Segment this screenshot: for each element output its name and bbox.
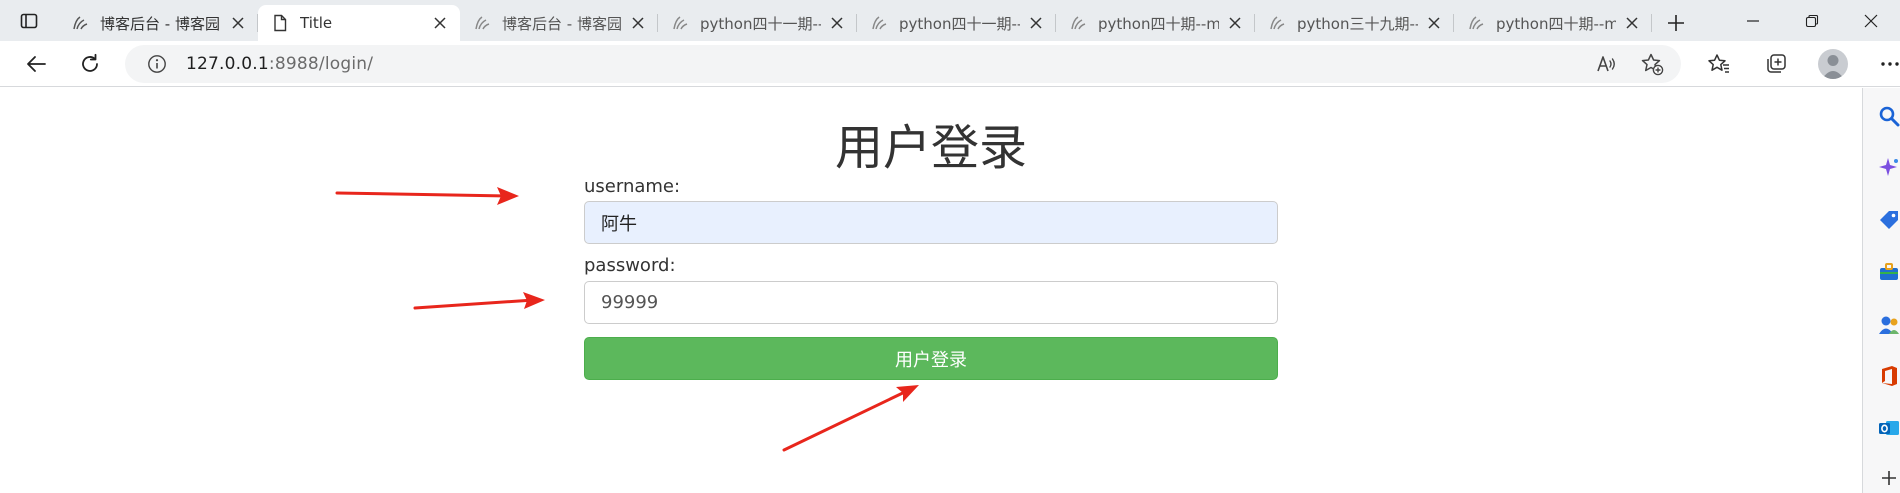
- tab-label: python四十一期--: [700, 14, 821, 33]
- add-icon[interactable]: [1877, 466, 1900, 490]
- annotation-arrow-submit: [782, 385, 919, 452]
- tab-label: python四十期--m: [1098, 14, 1219, 33]
- tab-label: 博客后台 - 博客园: [502, 14, 622, 33]
- page-viewport: 用户登录 username: password: 用户登录: [0, 88, 1862, 493]
- password-input[interactable]: [584, 281, 1278, 324]
- close-icon[interactable]: [1424, 13, 1444, 33]
- minimize-button[interactable]: [1723, 0, 1782, 41]
- tab-2[interactable]: Title: [258, 5, 460, 41]
- tab-6[interactable]: python四十期--m: [1056, 5, 1255, 41]
- annotation-arrow-username: [335, 187, 519, 205]
- favorites-icon: [1707, 54, 1729, 73]
- url-path: :8988/login/: [268, 54, 374, 74]
- password-label: password:: [584, 255, 676, 276]
- close-icon[interactable]: [1026, 13, 1046, 33]
- profile-button[interactable]: [1804, 46, 1861, 82]
- tab-label: python四十一期--: [899, 14, 1020, 33]
- close-icon[interactable]: [827, 13, 847, 33]
- read-aloud-icon: [1597, 56, 1615, 72]
- tab-7[interactable]: python三十九期--: [1255, 5, 1454, 41]
- tab-4[interactable]: python四十一期--: [658, 5, 857, 41]
- close-icon[interactable]: [1622, 13, 1642, 33]
- close-icon[interactable]: [628, 13, 648, 33]
- cnblogs-icon: [1068, 13, 1088, 33]
- close-icon[interactable]: [1225, 13, 1245, 33]
- search-icon[interactable]: [1877, 104, 1900, 128]
- username-label: username:: [584, 176, 681, 197]
- url-host: 127.0.0.1: [186, 54, 269, 74]
- login-submit-button[interactable]: 用户登录: [584, 337, 1278, 380]
- close-icon[interactable]: [228, 13, 248, 33]
- restore-button[interactable]: [1782, 0, 1841, 41]
- cnblogs-icon: [472, 13, 492, 33]
- tab-5[interactable]: python四十一期--: [857, 5, 1056, 41]
- tab-1[interactable]: 博客后台 - 博客园: [58, 5, 258, 41]
- browser-tools: [1690, 46, 1900, 82]
- favorites-button[interactable]: [1690, 46, 1747, 82]
- restore-icon: [1805, 14, 1818, 27]
- tab-label: python四十期--m: [1496, 14, 1616, 33]
- close-icon[interactable]: [430, 13, 450, 33]
- tab-label: 博客后台 - 博客园: [100, 14, 220, 33]
- read-aloud-button[interactable]: [1583, 46, 1629, 82]
- add-favorite-icon: [1641, 53, 1664, 76]
- window-controls: [1723, 0, 1900, 41]
- outlook-icon[interactable]: [1877, 416, 1900, 440]
- reload-button[interactable]: [68, 46, 112, 82]
- tools-icon[interactable]: [1877, 260, 1900, 284]
- address-bar[interactable]: 127.0.0.1:8988/login/: [125, 45, 1681, 83]
- tab-actions-icon: [20, 13, 38, 28]
- tab-label: python三十九期--: [1297, 14, 1418, 33]
- back-button[interactable]: [14, 46, 58, 82]
- copilot-icon[interactable]: [1877, 156, 1900, 180]
- annotation-arrow-password: [413, 292, 545, 310]
- username-input[interactable]: [584, 201, 1278, 244]
- close-icon: [1864, 14, 1877, 27]
- tab-label: Title: [300, 14, 333, 32]
- tab-actions-button[interactable]: [0, 0, 58, 41]
- more-icon: [1880, 62, 1899, 66]
- cnblogs-icon: [1466, 13, 1486, 33]
- shopping-icon[interactable]: [1877, 208, 1900, 232]
- browser-toolbar: 127.0.0.1:8988/login/: [0, 41, 1900, 87]
- tab-8[interactable]: python四十期--m: [1454, 5, 1652, 41]
- edge-sidebar: [1862, 88, 1900, 493]
- minimize-icon: [1746, 19, 1759, 22]
- more-button[interactable]: [1861, 46, 1900, 82]
- page-icon: [270, 13, 290, 33]
- cnblogs-icon: [869, 13, 889, 33]
- new-tab-button[interactable]: [1654, 5, 1698, 41]
- url-text[interactable]: 127.0.0.1:8988/login/: [186, 54, 373, 74]
- collections-icon: [1766, 54, 1786, 73]
- refresh-icon: [82, 53, 98, 72]
- collections-button[interactable]: [1747, 46, 1804, 82]
- plus-icon: [1668, 15, 1684, 31]
- arrow-left-icon: [27, 55, 46, 72]
- games-icon[interactable]: [1877, 312, 1900, 336]
- info-icon[interactable]: [146, 53, 168, 75]
- office-icon[interactable]: [1877, 364, 1900, 388]
- close-window-button[interactable]: [1841, 0, 1900, 41]
- login-title: 用户登录: [834, 120, 1027, 176]
- tab-3[interactable]: 博客后台 - 博客园: [460, 5, 658, 41]
- cnblogs-icon: [1267, 13, 1287, 33]
- add-favorite-button[interactable]: [1629, 46, 1675, 82]
- cnblogs-icon: [670, 13, 690, 33]
- profile-avatar: [1817, 49, 1848, 79]
- cnblogs-icon: [70, 13, 90, 33]
- tab-strip: 博客后台 - 博客园 Title 博客后台 - 博客园 python四十一期--…: [0, 0, 1900, 41]
